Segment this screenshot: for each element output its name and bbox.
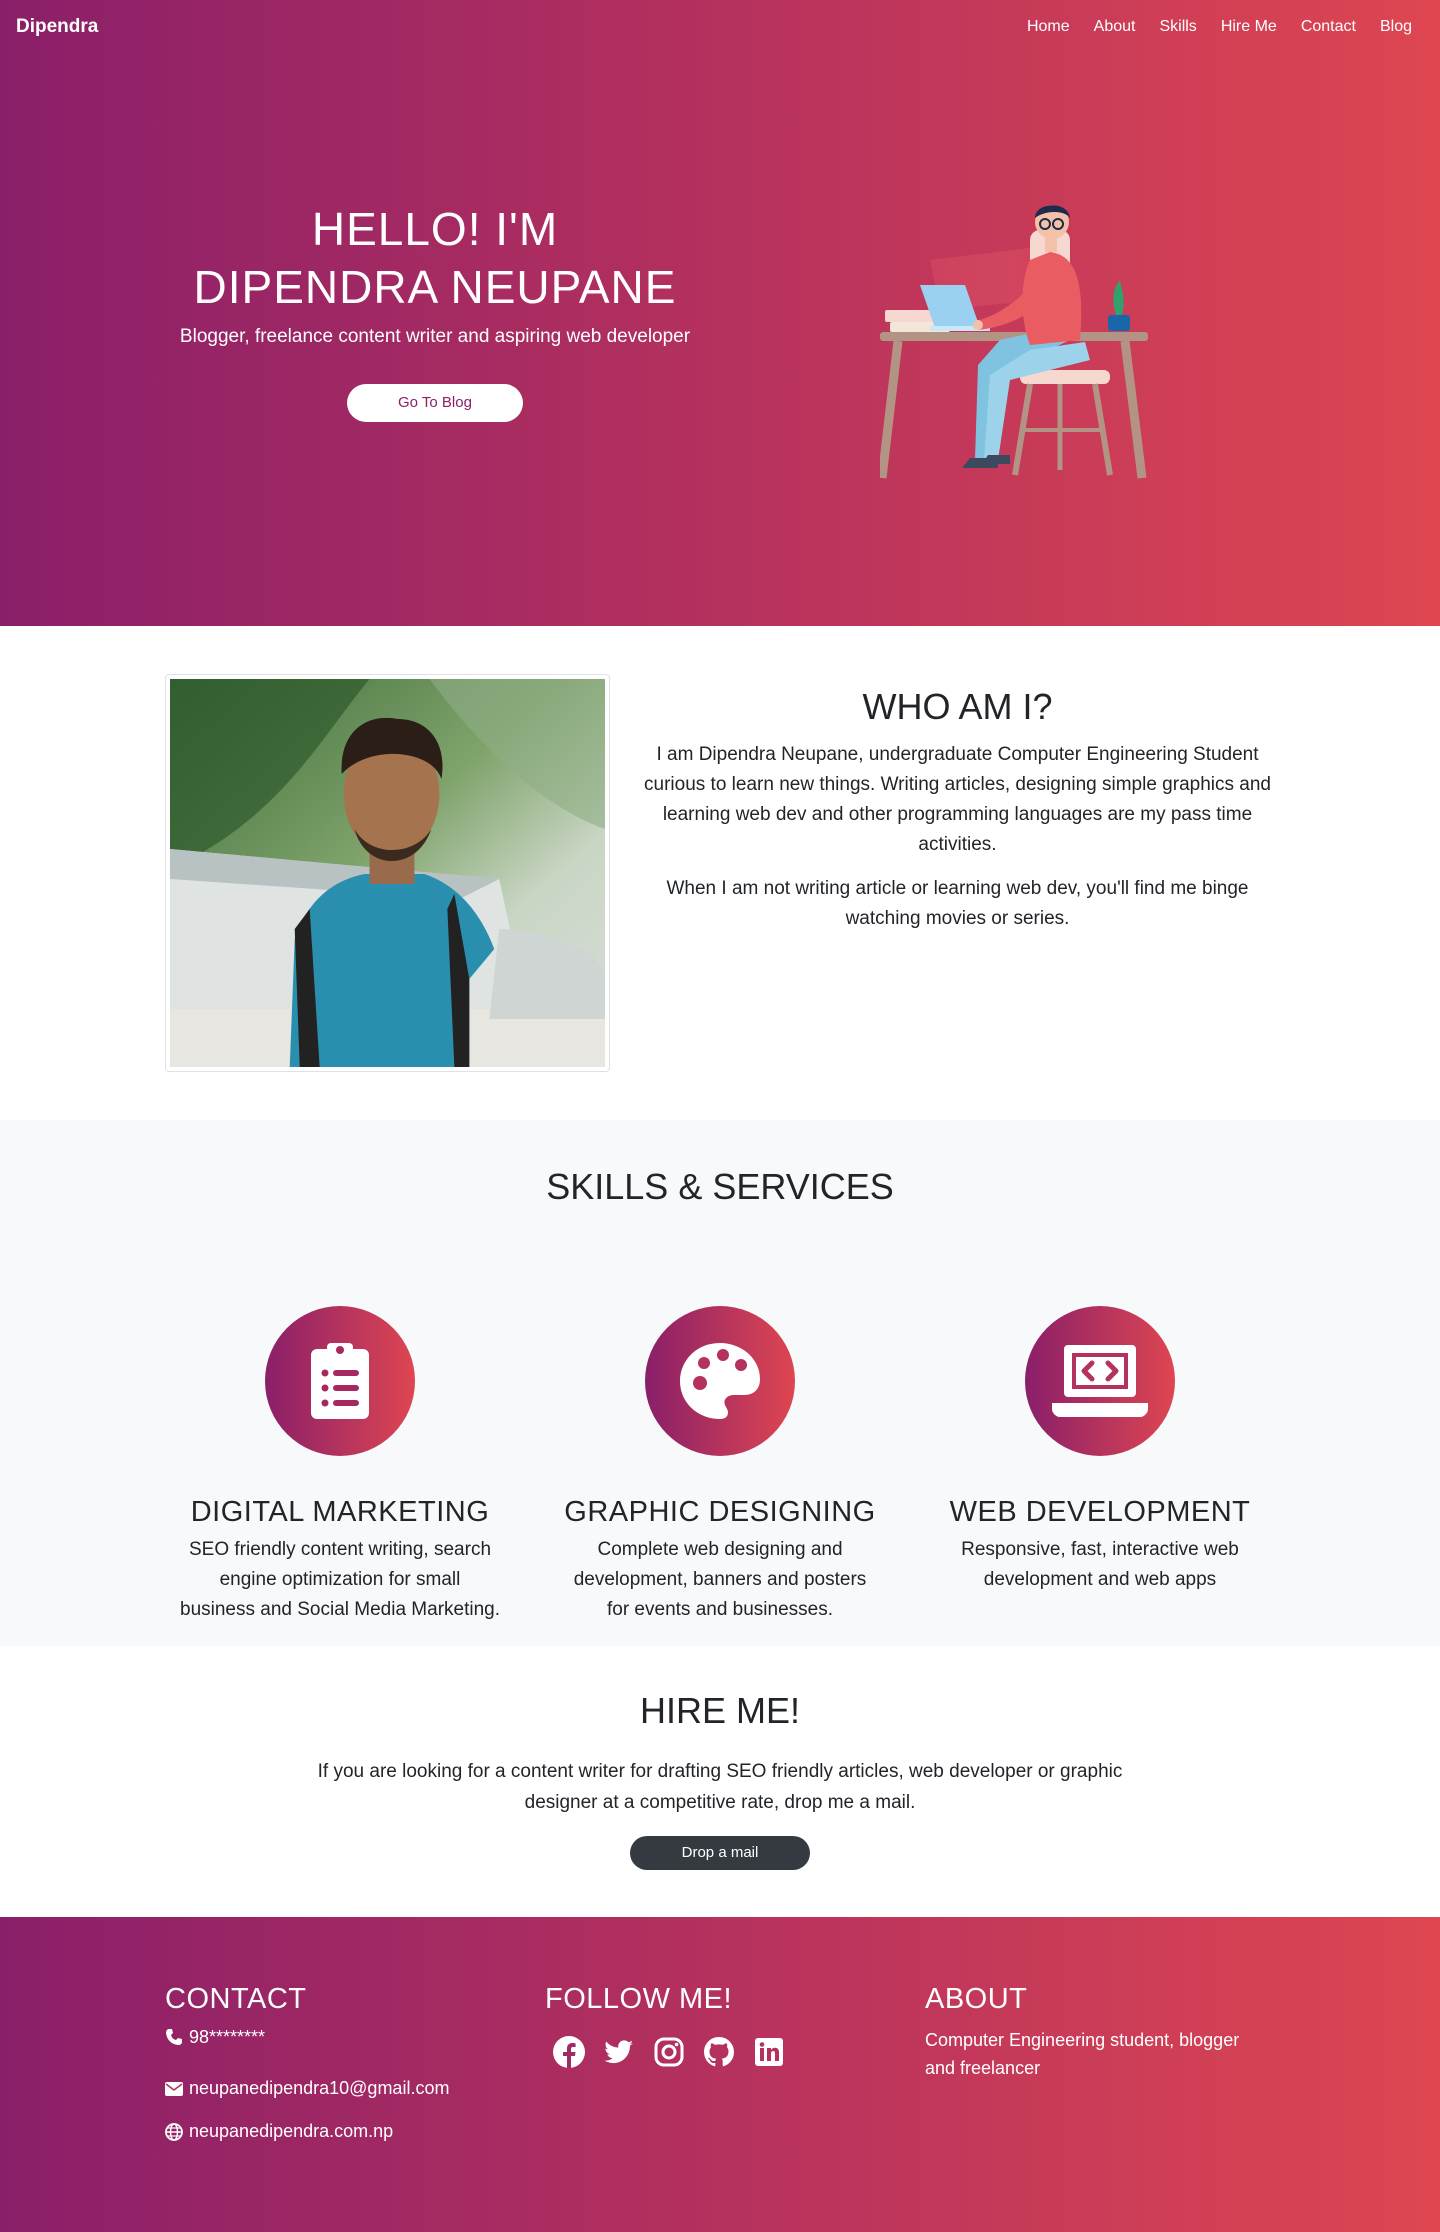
go-to-blog-button[interactable]: Go To Blog bbox=[347, 384, 523, 422]
laptop-code-icon bbox=[1052, 1345, 1148, 1417]
footer-follow: FOLLOW ME! bbox=[545, 1983, 885, 2068]
skill-title: DIGITAL MARKETING bbox=[190, 1496, 490, 1528]
footer-about-title: ABOUT bbox=[925, 1983, 1028, 2015]
twitter-icon bbox=[604, 2040, 633, 2064]
developer-at-desk-illustration bbox=[880, 205, 1148, 479]
hero-section: HELLO! I'M DIPENDRA NEUPANE Blogger, fre… bbox=[0, 0, 1440, 626]
hire-section: HIRE ME! If you are looking for a conten… bbox=[0, 1646, 1440, 1917]
about-section: WHO AM I? I am Dipendra Neupane, undergr… bbox=[0, 626, 1440, 1120]
profile-photo-image bbox=[170, 679, 605, 1067]
skill-digital-marketing: DIGITAL MARKETING SEO friendly content w… bbox=[160, 1306, 520, 1625]
envelope-icon bbox=[165, 2081, 183, 2096]
facebook-link[interactable] bbox=[553, 2036, 585, 2068]
contact-email-link[interactable]: neupanedipendra10@gmail.com bbox=[189, 2078, 449, 2099]
about-text: WHO AM I? I am Dipendra Neupane, undergr… bbox=[630, 686, 1285, 934]
footer-about-text: Computer Engineering student, blogger an… bbox=[925, 2030, 1240, 2078]
about-paragraph-2: When I am not writing article or learnin… bbox=[666, 878, 1249, 929]
nav-links: Home About Skills Hire Me Contact Blog bbox=[1027, 18, 1424, 36]
nav-link-skills[interactable]: Skills bbox=[1159, 18, 1196, 36]
skill-icon-circle bbox=[265, 1306, 415, 1456]
brand-link[interactable]: Dipendra bbox=[16, 16, 98, 38]
instagram-link[interactable] bbox=[653, 2036, 685, 2068]
nav-link-home[interactable]: Home bbox=[1027, 18, 1070, 36]
drop-a-mail-button[interactable]: Drop a mail bbox=[630, 1836, 810, 1870]
about-paragraph-1: I am Dipendra Neupane, undergraduate Com… bbox=[644, 744, 1271, 855]
contact-website: neupanedipendra.com.np bbox=[165, 2110, 505, 2153]
skill-description: SEO friendly content writing, search eng… bbox=[180, 1539, 501, 1620]
hire-text: If you are looking for a content writer … bbox=[317, 1761, 1123, 1813]
clipboard-list-icon bbox=[311, 1343, 369, 1419]
hero-title-line2: DIPENDRA NEUPANE bbox=[193, 261, 677, 313]
social-links bbox=[545, 2036, 885, 2068]
globe-icon bbox=[165, 2122, 183, 2141]
profile-photo bbox=[165, 674, 610, 1072]
linkedin-link[interactable] bbox=[753, 2036, 785, 2068]
navbar: Dipendra Home About Skills Hire Me Conta… bbox=[0, 0, 1440, 54]
footer: CONTACT 98******** neupanedipendra10@gma… bbox=[0, 1917, 1440, 2232]
skill-icon-circle bbox=[645, 1306, 795, 1456]
skill-title: GRAPHIC DESIGNING bbox=[564, 1496, 876, 1528]
footer-contact: CONTACT 98******** neupanedipendra10@gma… bbox=[165, 1983, 505, 2153]
github-icon bbox=[704, 2037, 734, 2067]
footer-about: ABOUT Computer Engineering student, blog… bbox=[925, 1983, 1265, 2082]
skill-title: WEB DEVELOPMENT bbox=[949, 1496, 1251, 1528]
skill-description: Complete web designing and development, … bbox=[573, 1539, 867, 1620]
hire-title: HIRE ME! bbox=[639, 1690, 800, 1731]
nav-link-blog[interactable]: Blog bbox=[1380, 18, 1412, 36]
skill-description: Responsive, fast, interactive web develo… bbox=[961, 1539, 1239, 1590]
hero-title-line1: HELLO! I'M bbox=[311, 203, 559, 255]
instagram-icon bbox=[654, 2037, 684, 2067]
skills-section: SKILLS & SERVICES DIGITAL MARKETING SEO … bbox=[0, 1120, 1440, 1646]
skills-title: SKILLS & SERVICES bbox=[546, 1166, 894, 1207]
about-title: WHO AM I? bbox=[862, 686, 1053, 727]
hero-title: HELLO! I'M DIPENDRA NEUPANE bbox=[165, 200, 705, 316]
skill-icon-circle bbox=[1025, 1306, 1175, 1456]
skill-web-development: WEB DEVELOPMENT Responsive, fast, intera… bbox=[920, 1306, 1280, 1595]
skill-graphic-designing: GRAPHIC DESIGNING Complete web designing… bbox=[540, 1306, 900, 1625]
contact-phone-text: 98******** bbox=[189, 2026, 266, 2047]
hero-subtitle: Blogger, freelance content writer and as… bbox=[179, 326, 691, 347]
github-link[interactable] bbox=[703, 2036, 735, 2068]
nav-link-hire-me[interactable]: Hire Me bbox=[1221, 18, 1277, 36]
palette-icon bbox=[680, 1343, 760, 1419]
nav-link-contact[interactable]: Contact bbox=[1301, 18, 1356, 36]
twitter-link[interactable] bbox=[603, 2036, 635, 2068]
contact-website-link[interactable]: neupanedipendra.com.np bbox=[189, 2121, 393, 2142]
hero-text: HELLO! I'M DIPENDRA NEUPANE Blogger, fre… bbox=[165, 200, 705, 422]
facebook-icon bbox=[553, 2036, 585, 2068]
nav-link-about[interactable]: About bbox=[1094, 18, 1136, 36]
contact-phone: 98******** bbox=[165, 2024, 505, 2050]
footer-contact-title: CONTACT bbox=[165, 1983, 307, 2015]
footer-follow-title: FOLLOW ME! bbox=[545, 1983, 733, 2015]
linkedin-icon bbox=[755, 2038, 783, 2066]
phone-icon bbox=[166, 2029, 182, 2045]
contact-email: neupanedipendra10@gmail.com bbox=[165, 2067, 505, 2110]
